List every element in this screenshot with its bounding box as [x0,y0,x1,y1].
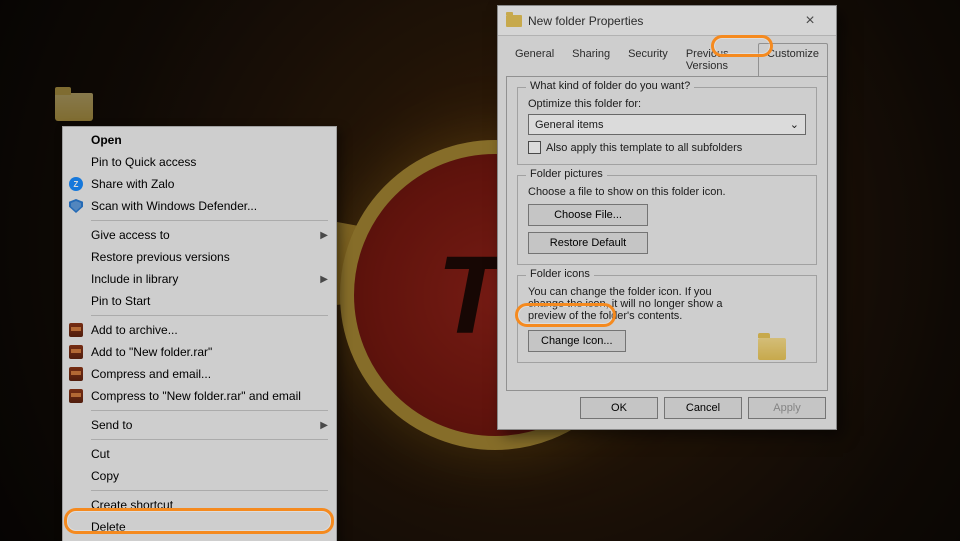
select-value: General items [535,119,603,131]
context-menu: Open Pin to Quick access Z Share with Za… [62,126,337,541]
tab-general[interactable]: General [506,43,563,77]
change-icon-button[interactable]: Change Icon... [528,330,626,352]
ctx-scan-defender[interactable]: Scan with Windows Defender... [63,195,336,217]
icons-text: You can change the folder icon. If you c… [528,286,806,322]
ctx-add-rar[interactable]: Add to "New folder.rar" [63,341,336,363]
archive-icon [67,344,85,360]
customize-pane: What kind of folder do you want? Optimiz… [506,76,828,391]
separator [91,490,328,491]
blank-icon [67,132,85,148]
tab-customize[interactable]: Customize [758,43,828,77]
blank-icon [67,249,85,265]
group-title: Folder pictures [526,168,607,180]
folder-icon [506,15,522,27]
ctx-share-zalo[interactable]: Z Share with Zalo [63,173,336,195]
blank-icon [67,446,85,462]
tab-security[interactable]: Security [619,43,677,77]
shield-icon [67,198,85,214]
chevron-down-icon: ⌄ [790,118,799,131]
blank-icon [67,227,85,243]
blank-icon [67,271,85,287]
close-icon[interactable]: × [790,12,830,30]
group-folder-pictures: Folder pictures Choose a file to show on… [517,175,817,265]
blank-icon [67,417,85,433]
tab-previous-versions[interactable]: Previous Versions [677,43,758,77]
dialog-buttons: OK Cancel Apply [498,397,836,429]
archive-icon [67,322,85,338]
dialog-title: New folder Properties [528,14,790,28]
ok-button[interactable]: OK [580,397,658,419]
ctx-pin-quick-access[interactable]: Pin to Quick access [63,151,336,173]
apply-subfolders-checkbox[interactable]: Also apply this template to all subfolde… [528,141,806,154]
ctx-add-archive[interactable]: Add to archive... [63,319,336,341]
ctx-compress-rar-email[interactable]: Compress to "New folder.rar" and email [63,385,336,407]
blank-icon [67,519,85,535]
dialog-titlebar[interactable]: New folder Properties × [498,6,836,36]
pictures-text: Choose a file to show on this folder ico… [528,186,806,198]
properties-dialog: New folder Properties × General Sharing … [497,5,837,430]
group-title: Folder icons [526,268,594,280]
blank-icon [67,293,85,309]
group-folder-icons: Folder icons You can change the folder i… [517,275,817,363]
folder-preview-icon [758,338,786,360]
archive-icon [67,366,85,382]
optimize-label: Optimize this folder for: [528,98,806,110]
apply-button[interactable]: Apply [748,397,826,419]
separator [91,410,328,411]
ctx-create-shortcut[interactable]: Create shortcut [63,494,336,516]
ctx-cut[interactable]: Cut [63,443,336,465]
restore-default-button[interactable]: Restore Default [528,232,648,254]
ctx-compress-email[interactable]: Compress and email... [63,363,336,385]
blank-icon [67,154,85,170]
folder-icon [55,93,93,121]
optimize-select[interactable]: General items ⌄ [528,114,806,135]
cancel-button[interactable]: Cancel [664,397,742,419]
chevron-right-icon: ▶ [320,230,328,241]
ctx-delete[interactable]: Delete [63,516,336,538]
tab-sharing[interactable]: Sharing [563,43,619,77]
blank-icon [67,468,85,484]
group-folder-kind: What kind of folder do you want? Optimiz… [517,87,817,165]
checkbox-icon [528,141,541,154]
separator [91,439,328,440]
tab-strip: General Sharing Security Previous Versio… [498,36,836,76]
separator [91,220,328,221]
ctx-include-library[interactable]: Include in library ▶ [63,268,336,290]
group-title: What kind of folder do you want? [526,80,694,92]
ctx-restore-previous[interactable]: Restore previous versions [63,246,336,268]
ctx-open[interactable]: Open [63,129,336,151]
chevron-right-icon: ▶ [320,420,328,431]
ctx-pin-start[interactable]: Pin to Start [63,290,336,312]
ctx-give-access[interactable]: Give access to ▶ [63,224,336,246]
chevron-right-icon: ▶ [320,274,328,285]
ctx-copy[interactable]: Copy [63,465,336,487]
zalo-icon: Z [67,176,85,192]
choose-file-button[interactable]: Choose File... [528,204,648,226]
archive-icon [67,388,85,404]
separator [91,315,328,316]
blank-icon [67,497,85,513]
checkbox-label: Also apply this template to all subfolde… [546,142,742,154]
ctx-send-to[interactable]: Send to ▶ [63,414,336,436]
